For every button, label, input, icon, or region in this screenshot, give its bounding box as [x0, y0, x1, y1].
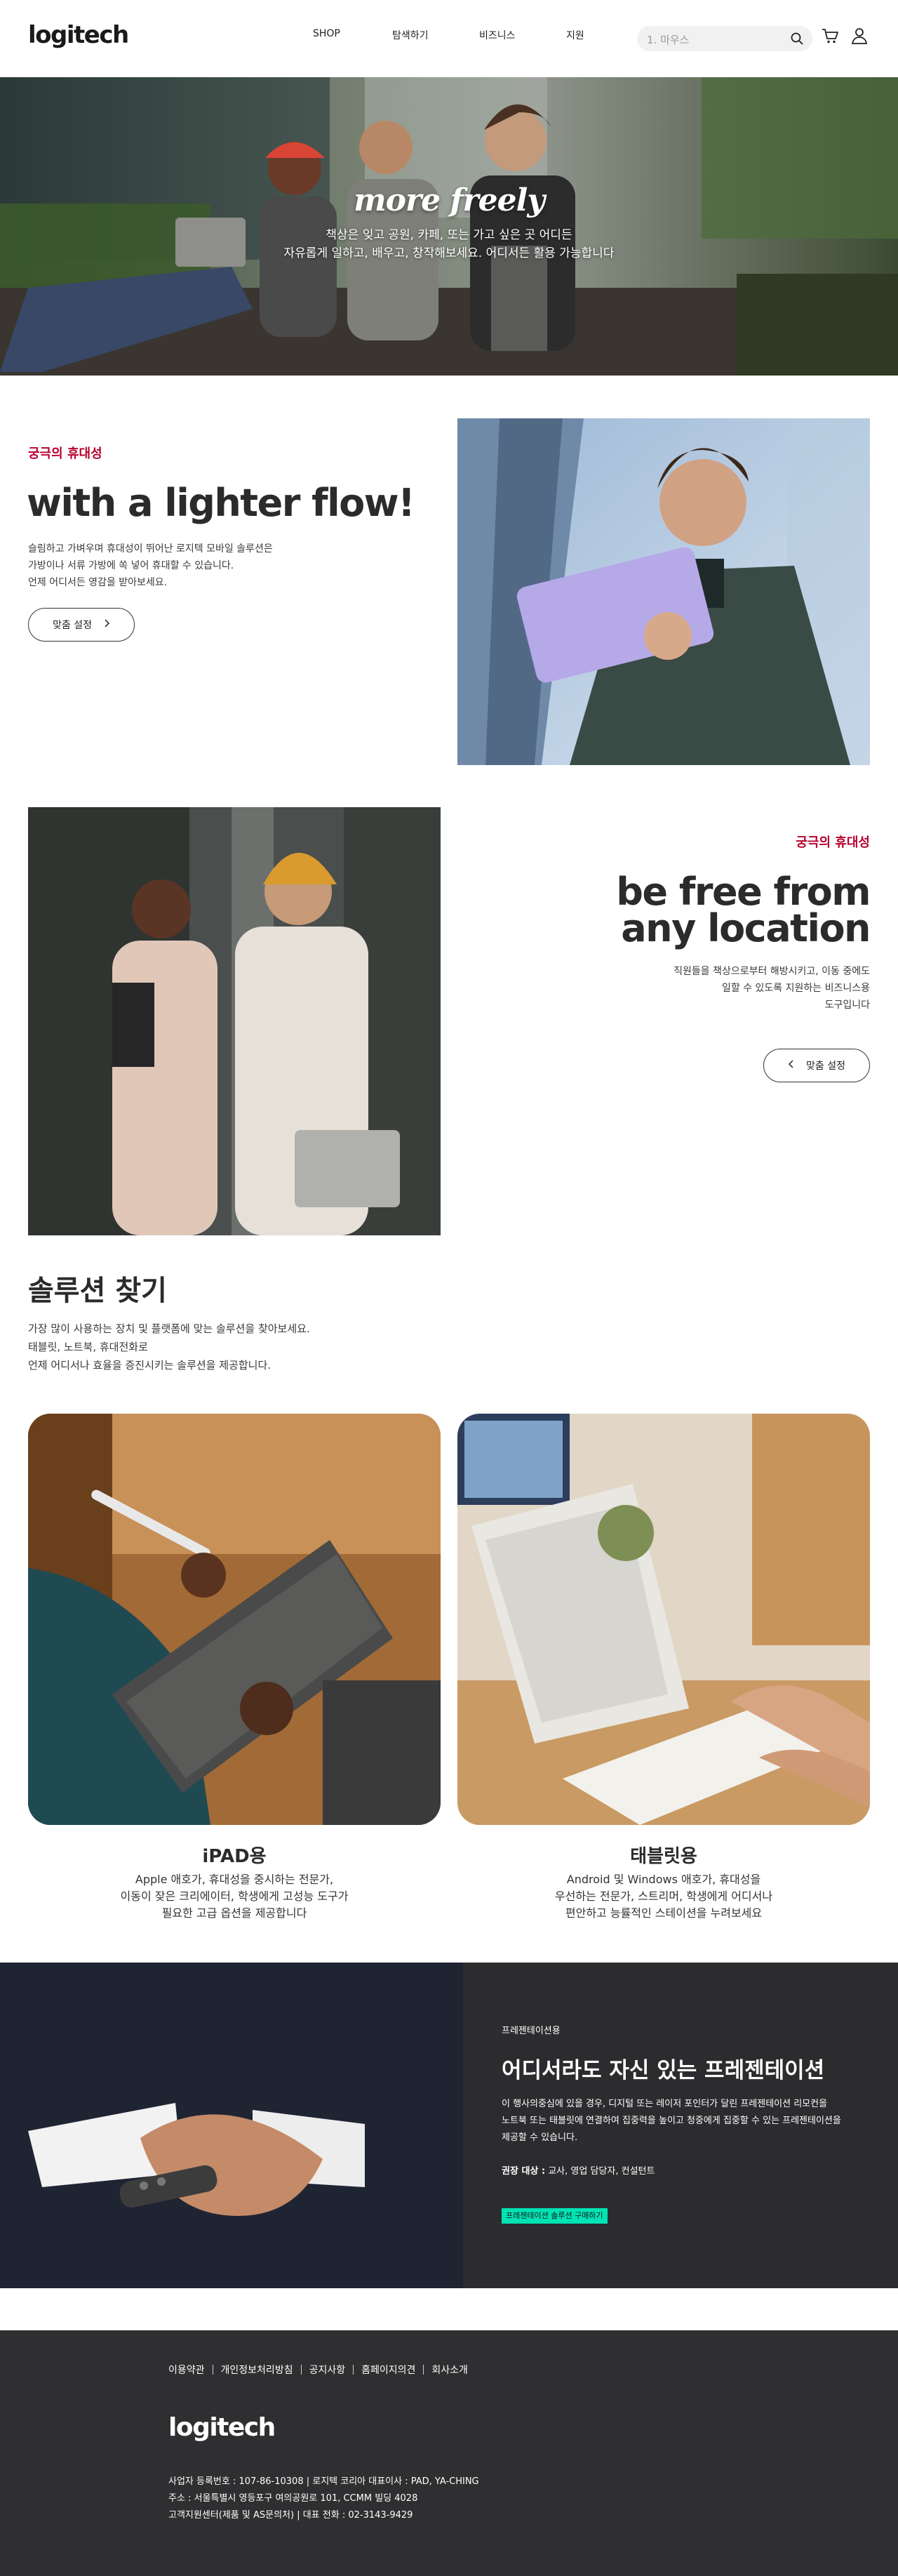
buy-presentation-button[interactable]: 프레젠테이션 솔루션 구매하기 — [502, 2208, 608, 2224]
logitech-logo[interactable]: logitech — [28, 21, 129, 49]
target-value: 교사, 영업 담당자, 컨설턴트 — [545, 2166, 655, 2177]
presentation-target: 권장 대상 : 교사, 영업 담당자, 컨설턴트 — [502, 2163, 655, 2177]
ipad-card-desc-2: 이동이 잦은 크리에이터, 학생에게 고성능 도구가 — [120, 1890, 349, 1903]
footer-links: 이용약관 개인정보처리방침 공지사항 홈페이지의견 회사소개 — [168, 2363, 468, 2377]
nav-business[interactable]: 비즈니스 — [479, 28, 516, 42]
search-icon[interactable] — [790, 32, 804, 48]
site-footer: 이용약관 개인정보처리방침 공지사항 홈페이지의견 회사소개 logitech … — [0, 2330, 898, 2576]
divider — [423, 2365, 424, 2375]
hero-banner: more freely 책상은 잊고 공원, 카페, 또는 가고 싶은 곳 어디… — [0, 77, 898, 376]
footer-link-terms[interactable]: 이용약관 — [168, 2363, 205, 2377]
solutions-body-1: 가장 많이 사용하는 장치 및 플랫폼에 맞는 솔루션을 찾아보세요. — [28, 1322, 310, 1335]
customize-button-2-label: 맞춤 설정 — [806, 1061, 845, 1072]
presentation-section: 프레젠테이션용 어디서라도 자신 있는 프레젠테이션 이 행사의중심에 있을 경… — [0, 1963, 898, 2288]
nav-support[interactable]: 지원 — [566, 28, 584, 42]
section1-eyebrow: 궁극의 휴대성 — [28, 446, 102, 461]
divider — [300, 2365, 302, 2375]
target-label: 권장 대상 : — [502, 2166, 546, 2177]
tablet-card-desc-1: Android 및 Windows 애호가, 휴대성을 — [566, 1873, 761, 1886]
site-header: logitech SHOP 탐색하기 비즈니스 지원 1. 마우스 — [0, 0, 898, 77]
footer-info-3: 고객지원센터(제품 및 AS문의처) | 대표 전화 : 02-3143-942… — [168, 2510, 413, 2521]
footer-link-about[interactable]: 회사소개 — [431, 2363, 468, 2377]
customize-button-2[interactable]: 맞춤 설정 — [763, 1049, 870, 1082]
section2-body-2: 일할 수 있도록 지원하는 비즈니스용 — [722, 983, 870, 994]
divider — [353, 2365, 354, 2375]
section1-body-3: 언제 어디서든 영감을 받아보세요. — [28, 577, 168, 588]
hero-title: more freely — [0, 182, 898, 218]
presentation-title: 어디서라도 자신 있는 프레젠테이션 — [502, 2058, 825, 2083]
hero-title-italic: freely — [450, 182, 545, 218]
ipad-card-image[interactable] — [28, 1414, 441, 1825]
section2-heading-2: any location — [621, 906, 871, 950]
section2-body-3: 도구입니다 — [824, 1000, 870, 1011]
search-placeholder: 1. 마우스 — [647, 34, 690, 46]
solutions-title: 솔루션 찾기 — [28, 1275, 167, 1307]
hero-subtitle-1: 책상은 잊고 공원, 카페, 또는 가고 싶은 곳 어디든 — [326, 228, 572, 242]
footer-info-1: 사업자 등록번호 : 107-86-10308 | 로지텍 코리아 대표이사 :… — [168, 2476, 479, 2487]
solutions-body-3: 언제 어디서나 효율을 증진시키는 솔루션을 제공합니다. — [28, 1359, 272, 1372]
tablet-card-desc-2: 우선하는 전문가, 스트리머, 학생에게 어디서나 — [554, 1890, 773, 1903]
section1-body-1: 슬림하고 가벼우며 휴대성이 뛰어난 로지텍 모바일 솔루션은 — [28, 543, 273, 555]
nav-explore[interactable]: 탐색하기 — [392, 28, 429, 42]
tablet-card-desc-3: 편안하고 능률적인 스테이션을 누려보세요 — [565, 1906, 763, 1920]
hero-title-main: more — [354, 182, 450, 218]
ipad-card-desc-3: 필요한 고급 옵션을 제공합니다 — [161, 1906, 307, 1920]
chevron-right-icon — [105, 619, 110, 630]
account-icon[interactable] — [850, 27, 869, 48]
footer-info-2: 주소 : 서울특별시 영등포구 여의공원로 101, CCMM 빌딩 4028 — [168, 2493, 418, 2504]
search-input[interactable]: 1. 마우스 — [637, 26, 812, 51]
footer-link-notice[interactable]: 공지사항 — [309, 2363, 346, 2377]
tablet-card-title[interactable]: 태블릿용 — [457, 1842, 870, 1868]
ipad-card-title[interactable]: iPAD용 — [28, 1842, 441, 1868]
presenter-hands-photo — [0, 1963, 463, 2288]
section1-heading: with a lighter flow! — [27, 481, 415, 525]
presentation-body: 이 행사의중심에 있을 경우, 디지털 또는 레이저 포인터가 달린 프레젠테이… — [502, 2096, 880, 2146]
cart-icon[interactable] — [821, 27, 839, 48]
walking-people-photo — [28, 807, 441, 1235]
presentation-body-2: 노트북 또는 태블릿에 연결하여 집중력을 높이고 청중에게 집중할 수 있는 … — [502, 2116, 841, 2126]
presentation-eyebrow: 프레젠테이션용 — [502, 2026, 561, 2036]
tablet-card-image[interactable] — [457, 1414, 870, 1825]
chevron-left-icon — [788, 1060, 793, 1071]
tablet-man-photo — [457, 418, 870, 765]
footer-logo[interactable]: logitech — [168, 2413, 276, 2442]
section2-body-1: 직원들을 책상으로부터 해방시키고, 이동 중에도 — [674, 966, 870, 977]
solutions-body-2: 태블릿, 노트북, 휴대전화로 — [28, 1341, 148, 1353]
ipad-card-desc-1: Apple 애호가, 휴대성을 중시하는 전문가, — [135, 1873, 334, 1886]
presentation-body-1: 이 행사의중심에 있을 경우, 디지털 또는 레이저 포인터가 달린 프레젠테이… — [502, 2099, 828, 2109]
presentation-body-3: 제공할 수 있습니다. — [502, 2132, 578, 2143]
footer-link-feedback[interactable]: 홈페이지의견 — [361, 2363, 415, 2377]
customize-button-1[interactable]: 맞춤 설정 — [28, 608, 135, 642]
customize-button-1-label: 맞춤 설정 — [53, 620, 92, 631]
section2-eyebrow: 궁극의 휴대성 — [796, 835, 870, 850]
section1-body-2: 가방이나 서류 가방에 쏙 넣어 휴대할 수 있습니다. — [28, 560, 234, 571]
footer-link-privacy[interactable]: 개인정보처리방침 — [221, 2363, 293, 2377]
nav-shop[interactable]: SHOP — [313, 28, 340, 39]
hero-subtitle-2: 자유롭게 일하고, 배우고, 창작해보세요. 어디서든 활용 가능합니다 — [283, 246, 615, 260]
